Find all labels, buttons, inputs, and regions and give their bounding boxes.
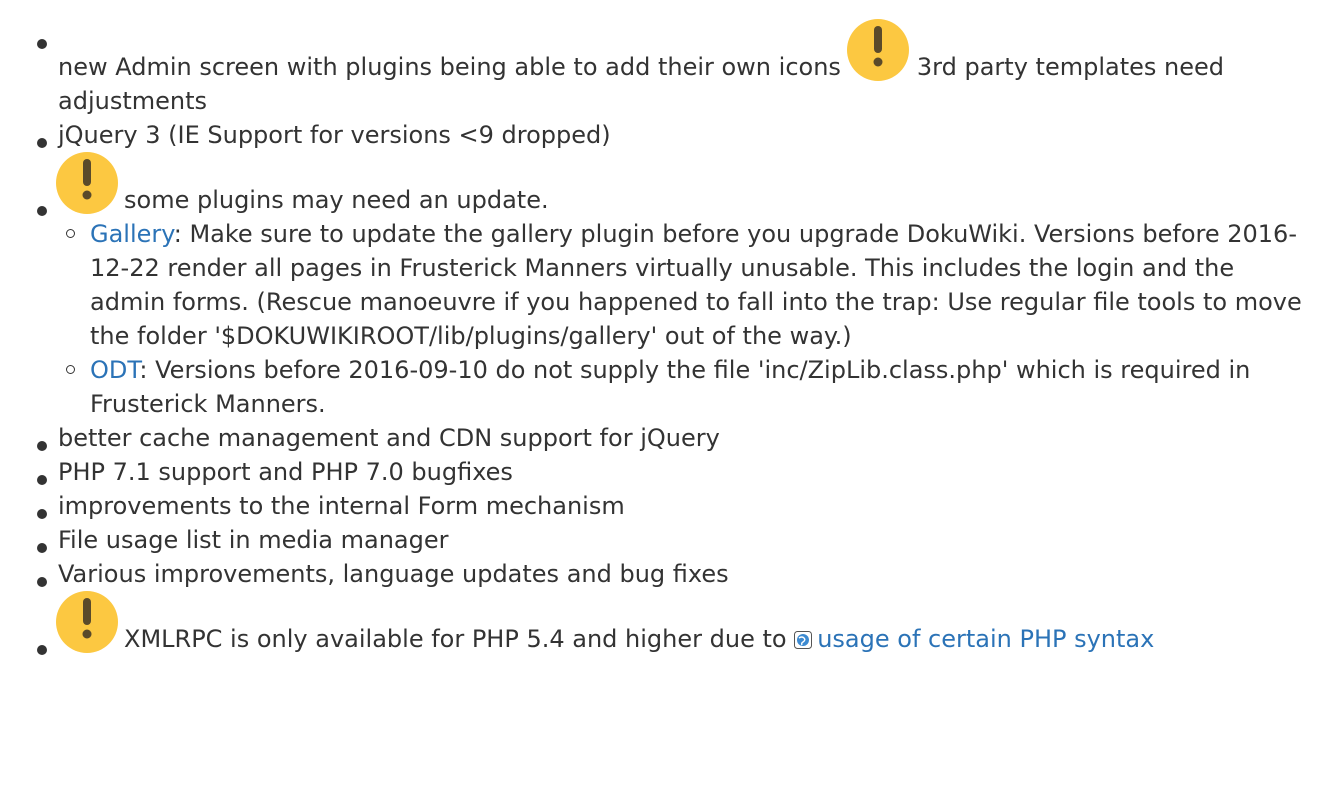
list-item-text: new Admin screen with plugins being able… (58, 53, 841, 81)
list-item-text: improvements to the internal Form mechan… (58, 492, 625, 520)
list-item: improvements to the internal Form mechan… (34, 489, 1304, 523)
globe-icon (794, 624, 813, 649)
list-item-text: jQuery 3 (IE Support for versions <9 dro… (58, 121, 611, 149)
list-item: File usage list in media manager (34, 523, 1304, 557)
odt-link[interactable]: ODT (90, 356, 139, 384)
list-item-text: File usage list in media manager (58, 526, 449, 554)
list-item: some plugins may need an update. Gallery… (34, 152, 1304, 421)
sub-list-item-text: : Make sure to update the gallery plugin… (90, 220, 1302, 350)
list-item-text: PHP 7.1 support and PHP 7.0 bugfixes (58, 458, 513, 486)
list-item-text: Various improvements, language updates a… (58, 560, 729, 588)
list-item: better cache management and CDN support … (34, 421, 1304, 455)
changelog-page: new Admin screen with plugins being able… (0, 0, 1326, 789)
warning-icon (56, 152, 118, 214)
warning-icon (846, 19, 909, 81)
list-item: Various improvements, language updates a… (34, 557, 1304, 591)
list-item: XMLRPC is only available for PHP 5.4 and… (34, 591, 1304, 656)
php-syntax-link[interactable]: usage of certain PHP syntax (817, 625, 1154, 653)
feature-list: new Admin screen with plugins being able… (34, 0, 1304, 656)
list-item: PHP 7.1 support and PHP 7.0 bugfixes (34, 455, 1304, 489)
sub-list-item: Gallery: Make sure to update the gallery… (66, 217, 1304, 353)
sub-list-item-text: : Versions before 2016-09-10 do not supp… (90, 356, 1251, 418)
gallery-link[interactable]: Gallery (90, 220, 174, 248)
list-item: jQuery 3 (IE Support for versions <9 dro… (34, 118, 1304, 152)
warning-icon (56, 591, 118, 653)
list-item: new Admin screen with plugins being able… (34, 0, 1304, 118)
plugin-sublist: Gallery: Make sure to update the gallery… (66, 217, 1304, 421)
list-item-text: better cache management and CDN support … (58, 424, 720, 452)
list-item-text: some plugins may need an update. (124, 186, 549, 214)
list-item-text: XMLRPC is only available for PHP 5.4 and… (124, 625, 787, 653)
sub-list-item: ODT: Versions before 2016-09-10 do not s… (66, 353, 1304, 421)
